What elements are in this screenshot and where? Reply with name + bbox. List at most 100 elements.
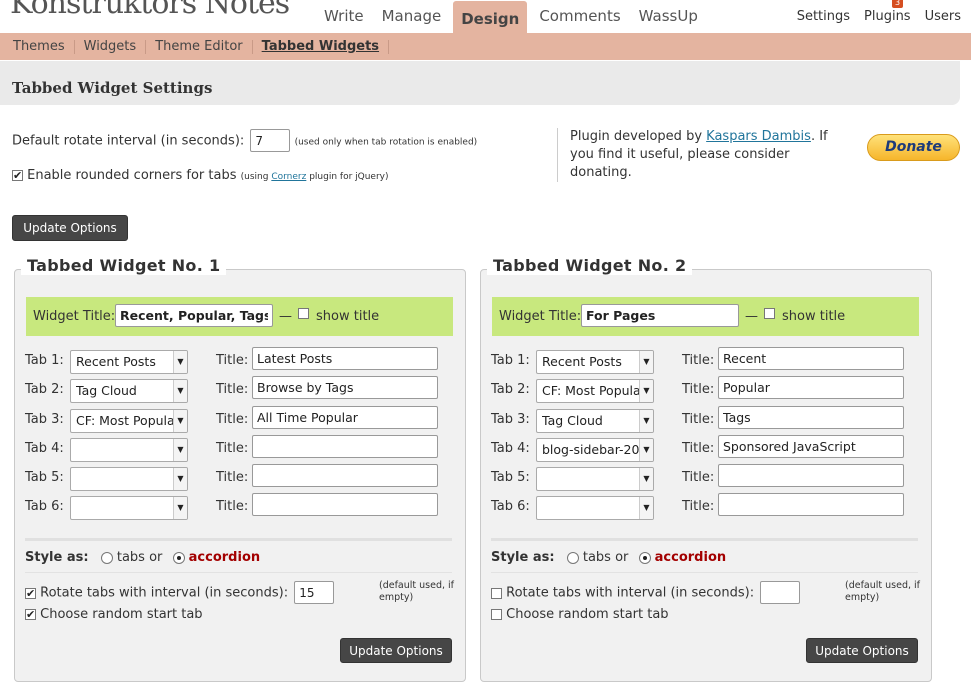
- tab-title-label: Title:: [216, 470, 249, 485]
- admin-header: Konstruktors Notes Write Manage Design C…: [0, 0, 971, 34]
- tab-title-input[interactable]: [252, 464, 438, 487]
- tab-title-label: Title:: [216, 441, 249, 456]
- subnav-themes[interactable]: Themes: [4, 39, 75, 54]
- subnav-widgets[interactable]: Widgets: [75, 39, 147, 54]
- nav-comments[interactable]: Comments: [533, 0, 626, 33]
- tab-row: Tab 1: Recent Posts ▼ Title:: [491, 347, 921, 374]
- tabbed-widget-panel: Tabbed Widget No. 1 Widget Title: — show…: [14, 256, 466, 682]
- user-nav: Settings Plugins 3 Users: [783, 0, 961, 33]
- rotate-tabs-checkbox[interactable]: [491, 587, 502, 599]
- nav-settings[interactable]: Settings: [783, 0, 850, 33]
- widget-title-input[interactable]: [115, 304, 273, 327]
- random-start-checkbox[interactable]: [491, 609, 502, 620]
- chevron-down-icon: ▼: [639, 497, 653, 519]
- author-link[interactable]: Kaspars Dambis: [706, 129, 811, 144]
- tab-widget-select[interactable]: ▼: [536, 467, 654, 491]
- nav-design[interactable]: Design: [453, 1, 528, 34]
- sub-nav: Themes Widgets Theme Editor Tabbed Widge…: [0, 33, 971, 60]
- tab-widget-select[interactable]: Recent Posts ▼: [536, 350, 654, 374]
- chevron-down-icon: ▼: [173, 468, 187, 490]
- style-tabs-radio[interactable]: [566, 551, 579, 564]
- rotate-interval-input[interactable]: [760, 581, 801, 604]
- nav-wassup[interactable]: WassUp: [633, 0, 704, 33]
- tabbed-widget-panel: Tabbed Widget No. 2 Widget Title: — show…: [480, 256, 932, 682]
- tab-title-label: Title:: [682, 353, 715, 368]
- tab-widget-select[interactable]: ▼: [70, 467, 188, 491]
- tab-widget-select[interactable]: Tag Cloud ▼: [70, 379, 188, 403]
- random-start-checkbox[interactable]: ✔: [25, 609, 36, 620]
- tab-title-input[interactable]: [718, 435, 904, 458]
- chevron-down-icon: ▼: [639, 380, 653, 402]
- tab-widget-select[interactable]: CF: Most Popular ▼: [70, 409, 188, 433]
- update-options-button[interactable]: Update Options: [340, 638, 452, 663]
- tab-title-input[interactable]: [718, 347, 904, 370]
- tab-title-input[interactable]: [252, 435, 438, 458]
- rotate-tabs-label: Rotate tabs with interval (in seconds):: [506, 585, 755, 601]
- tab-widget-select-value: blog-sidebar-20: [542, 442, 640, 457]
- tab-widget-select[interactable]: Recent Posts ▼: [70, 350, 188, 374]
- tab-widget-select[interactable]: ▼: [70, 496, 188, 520]
- tab-title-label: Title:: [682, 470, 715, 485]
- tab-title-input[interactable]: [252, 376, 438, 399]
- tab-title-input[interactable]: [718, 493, 904, 516]
- tab-title-input[interactable]: [718, 464, 904, 487]
- random-start-row: Choose random start tab: [491, 607, 669, 622]
- tab-title-input[interactable]: [252, 406, 438, 429]
- nav-write[interactable]: Write: [318, 0, 370, 33]
- nav-manage[interactable]: Manage: [376, 0, 448, 33]
- tab-label: Tab 5:: [491, 470, 530, 485]
- tab-row: Tab 2: Tag Cloud ▼ Title:: [25, 376, 455, 403]
- tab-widget-select-value: Recent Posts: [76, 354, 156, 369]
- tab-title-input[interactable]: [252, 493, 438, 516]
- style-accordion-label: accordion: [654, 550, 727, 565]
- tab-title-input[interactable]: [252, 347, 438, 370]
- nav-plugins[interactable]: Plugins 3: [850, 0, 911, 33]
- rotate-tabs-checkbox[interactable]: ✔: [25, 587, 36, 599]
- chevron-down-icon: ▼: [639, 439, 653, 461]
- show-title-checkbox[interactable]: [298, 308, 309, 319]
- cornerz-link[interactable]: Cornerz: [271, 172, 306, 182]
- subnav-tabbed-widgets[interactable]: Tabbed Widgets: [253, 39, 390, 54]
- rotate-interval-note: (used only when tab rotation is enabled): [294, 137, 478, 148]
- widget-title-input[interactable]: [581, 304, 739, 327]
- style-tabs-radio[interactable]: [100, 551, 113, 564]
- style-accordion-radio[interactable]: [172, 551, 185, 564]
- update-options-button[interactable]: Update Options: [806, 638, 918, 663]
- tab-label: Tab 3:: [25, 412, 64, 427]
- widget-title-label: Widget Title:: [499, 309, 582, 324]
- style-accordion-radio[interactable]: [638, 551, 651, 564]
- subnav-theme-editor[interactable]: Theme Editor: [146, 39, 253, 54]
- plugins-update-badge: 3: [892, 0, 904, 8]
- rotate-interval-input[interactable]: [250, 129, 291, 152]
- main-nav: Write Manage Design Comments WassUp: [318, 0, 710, 34]
- rounded-corners-checkbox[interactable]: ✔: [12, 170, 23, 181]
- donate-button[interactable]: Donate: [867, 134, 960, 161]
- show-title-checkbox[interactable]: [764, 308, 775, 319]
- rounded-corners-row: ✔ Enable rounded corners for tabs (using…: [12, 168, 389, 183]
- random-start-label: Choose random start tab: [40, 607, 203, 622]
- tab-label: Tab 1:: [25, 353, 64, 368]
- plugin-info-pre: Plugin developed by: [570, 129, 703, 144]
- tab-widget-select[interactable]: ▼: [70, 438, 188, 462]
- update-options-button[interactable]: Update Options: [12, 215, 128, 241]
- tab-widget-select[interactable]: Tag Cloud ▼: [536, 409, 654, 433]
- tab-label: Tab 2:: [491, 382, 530, 397]
- tab-title-input[interactable]: [718, 406, 904, 429]
- tab-title-label: Title:: [682, 441, 715, 456]
- tab-label: Tab 6:: [491, 499, 530, 514]
- nav-users[interactable]: Users: [911, 0, 961, 33]
- widget-title-label: Widget Title:: [33, 309, 116, 324]
- tab-label: Tab 1:: [491, 353, 530, 368]
- tab-title-input[interactable]: [718, 376, 904, 399]
- tab-widget-select[interactable]: ▼: [536, 496, 654, 520]
- tab-widget-select-value: CF: Most Popular: [542, 383, 642, 398]
- chevron-down-icon: ▼: [639, 468, 653, 490]
- tab-title-label: Title:: [682, 412, 715, 427]
- rotate-interval-input[interactable]: [294, 581, 335, 604]
- tab-title-label: Title:: [216, 412, 249, 427]
- tab-widget-select[interactable]: blog-sidebar-20 ▼: [536, 438, 654, 462]
- tab-row: Tab 4: blog-sidebar-20 ▼ Title:: [491, 435, 921, 462]
- site-title[interactable]: Konstruktors Notes: [10, 0, 290, 21]
- rotate-tabs-row: Rotate tabs with interval (in seconds):: [491, 581, 801, 604]
- tab-widget-select[interactable]: CF: Most Popular ▼: [536, 379, 654, 403]
